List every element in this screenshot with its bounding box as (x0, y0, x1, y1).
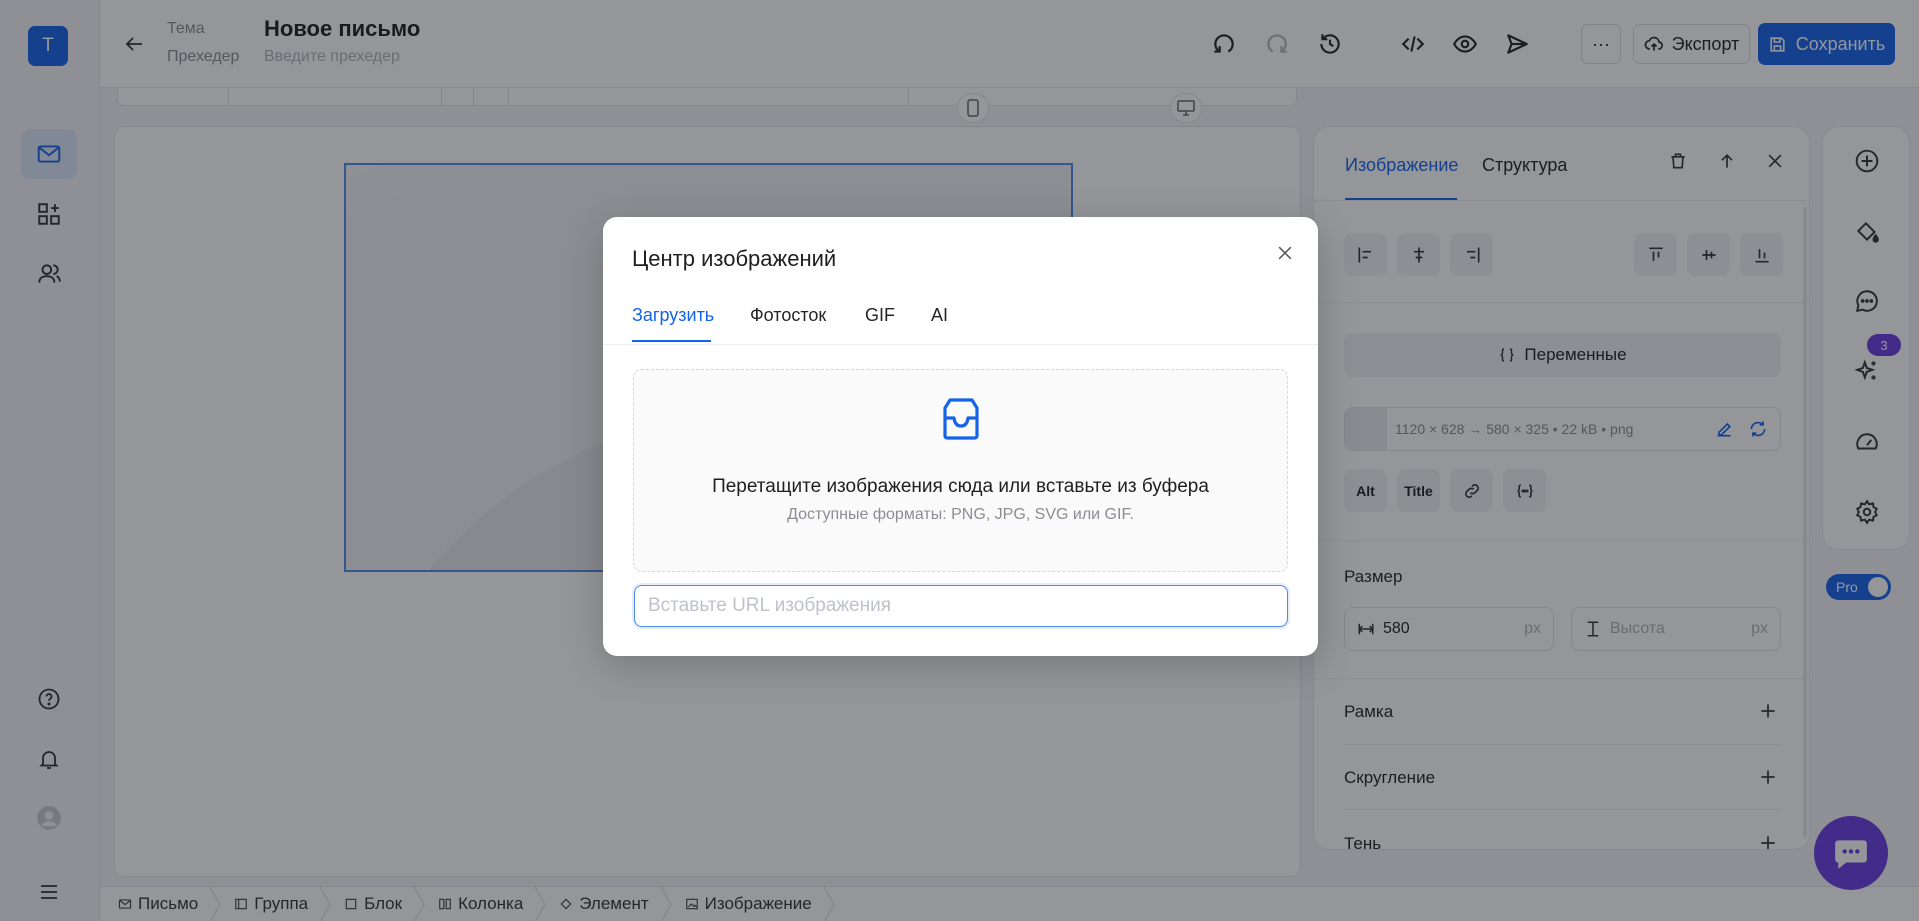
upload-dropzone[interactable]: Перетащите изображения сюда или вставьте… (633, 369, 1288, 572)
inbox-icon (937, 396, 985, 444)
modal-tab-ai[interactable]: AI (931, 305, 948, 326)
modal-tab-underline (632, 340, 711, 342)
modal-tab-gif[interactable]: GIF (865, 305, 895, 326)
dropzone-formats: Доступные форматы: PNG, JPG, SVG или GIF… (787, 506, 1134, 523)
modal-close-button[interactable] (1263, 231, 1307, 275)
modal-tab-photostock[interactable]: Фотосток (750, 305, 826, 326)
modal-title: Центр изображений (632, 246, 837, 271)
image-center-modal: Центр изображений Загрузить Фотосток GIF… (603, 217, 1318, 656)
close-icon (1275, 243, 1295, 263)
modal-tab-upload[interactable]: Загрузить (632, 305, 714, 326)
modal-tabs-divider (603, 344, 1318, 345)
dropzone-text: Перетащите изображения сюда или вставьте… (712, 476, 1209, 497)
image-url-input[interactable] (634, 585, 1288, 627)
